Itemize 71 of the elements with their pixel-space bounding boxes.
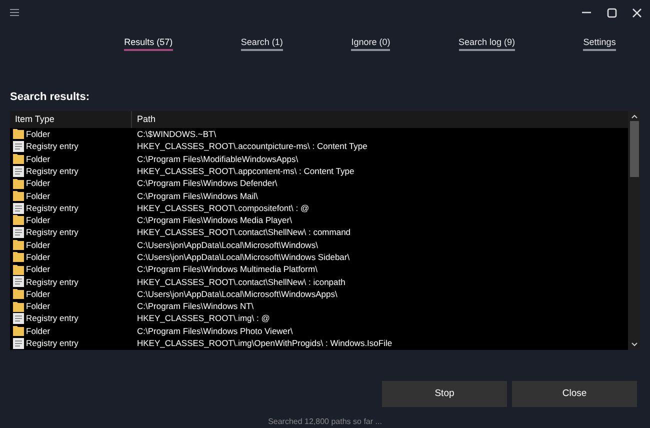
folder-icon xyxy=(13,326,24,336)
scroll-up-icon[interactable] xyxy=(630,114,638,120)
folder-icon xyxy=(13,289,24,300)
tab[interactable]: Ignore (0) xyxy=(351,36,390,51)
document-icon xyxy=(13,202,24,214)
path-text: C:\Users\jon\AppData\Local\Microsoft\Windows\ xyxy=(137,240,318,250)
maximize-icon[interactable] xyxy=(607,8,617,18)
folder-icon xyxy=(13,302,24,312)
document-icon xyxy=(13,338,24,349)
path-text: C:\Users\jon\AppData\Local\Microsoft\Windows Sidebar\ xyxy=(137,252,350,262)
section-heading: Search results: xyxy=(10,90,90,105)
item-type: Registry entry xyxy=(26,164,78,178)
path-text: C:\Program Files\Windows Defender\ xyxy=(137,178,278,188)
item-type: Folder xyxy=(26,288,50,301)
folder-icon xyxy=(13,178,24,189)
path-text: C:\Program Files\Windows NT\ xyxy=(137,301,254,312)
folder-icon xyxy=(13,264,24,275)
path-text: C:\$WINDOWS.~BT\ xyxy=(137,129,216,140)
item-type: Registry entry xyxy=(26,337,78,350)
item-type: Folder xyxy=(26,214,50,227)
path-text: HKEY_CLASSES_ROOT\.img\OpenWithProgids\ : Windows.IsoFile xyxy=(137,338,392,348)
item-type: Folder xyxy=(26,238,50,252)
item-type: Folder xyxy=(26,324,50,338)
path-text: HKEY_CLASSES_ROOT\.accountpicture-ms\ : Content Type xyxy=(137,141,368,152)
item-type: Folder xyxy=(26,251,50,264)
tab[interactable]: Search log (9) xyxy=(458,36,516,51)
document-icon xyxy=(13,141,24,152)
status-text: Searched 12,800 paths so far ... xyxy=(268,416,382,428)
tab[interactable]: Results (57) xyxy=(124,36,173,51)
item-type: Folder xyxy=(26,128,50,141)
item-type: Folder xyxy=(26,263,50,276)
item-type: Registry entry xyxy=(26,312,78,326)
item-type: Folder xyxy=(26,152,50,166)
path-text: C:\Users\jon\AppData\Local\Microsoft\WindowsApps\ xyxy=(137,288,338,299)
document-icon xyxy=(13,166,24,177)
folder-icon xyxy=(13,252,24,262)
folder-icon xyxy=(13,240,24,250)
path-text: HKEY_CLASSES_ROOT\.compositefont\ : @ xyxy=(137,202,310,213)
item-type: Folder xyxy=(26,177,50,190)
item-type: Folder xyxy=(26,300,50,313)
path-text: C:\Program Files\Windows Photo Viewer\ xyxy=(137,326,293,336)
item-type: Registry entry xyxy=(26,226,78,240)
path-text: HKEY_CLASSES_ROOT\.appcontent-ms\ : Content Type xyxy=(137,166,354,176)
close-icon[interactable] xyxy=(632,8,642,18)
scrollbar[interactable] xyxy=(628,111,640,350)
path-text: C:\Program Files\Windows Multimedia Platform\ xyxy=(137,264,318,274)
folder-icon xyxy=(13,215,24,226)
item-type: Registry entry xyxy=(26,276,78,288)
menu-icon[interactable] xyxy=(10,9,19,16)
document-icon xyxy=(13,276,24,288)
scroll-down-icon[interactable] xyxy=(630,342,638,347)
action-button[interactable]: Close xyxy=(512,381,637,407)
path-text: HKEY_CLASSES_ROOT\.contact\ShellNew\ : iconpath xyxy=(137,276,346,287)
folder-icon xyxy=(13,190,24,201)
tab[interactable]: Settings xyxy=(583,36,616,51)
action-button[interactable]: Stop xyxy=(382,381,507,407)
path-text: C:\Program Files\Windows Media Player\ xyxy=(137,215,292,226)
column-header[interactable]: Path xyxy=(132,111,628,128)
document-icon xyxy=(13,227,24,238)
folder-icon xyxy=(13,154,24,164)
tab[interactable]: Search (1) xyxy=(240,36,283,51)
column-header[interactable]: Item Type xyxy=(10,111,132,128)
path-text: HKEY_CLASSES_ROOT\.img\ : @ xyxy=(137,313,270,324)
item-type: Registry entry xyxy=(26,140,78,154)
path-text: C:\Program Files\Windows Mail\ xyxy=(137,190,258,201)
document-icon xyxy=(13,313,24,324)
path-text: HKEY_CLASSES_ROOT\.contact\ShellNew\ : command xyxy=(137,227,351,238)
item-type: Registry entry xyxy=(26,202,78,215)
path-text: C:\Program Files\ModifiableWindowsApps\ xyxy=(137,154,298,164)
item-type: Folder xyxy=(26,190,50,202)
scrollbar-thumb[interactable] xyxy=(630,121,638,178)
